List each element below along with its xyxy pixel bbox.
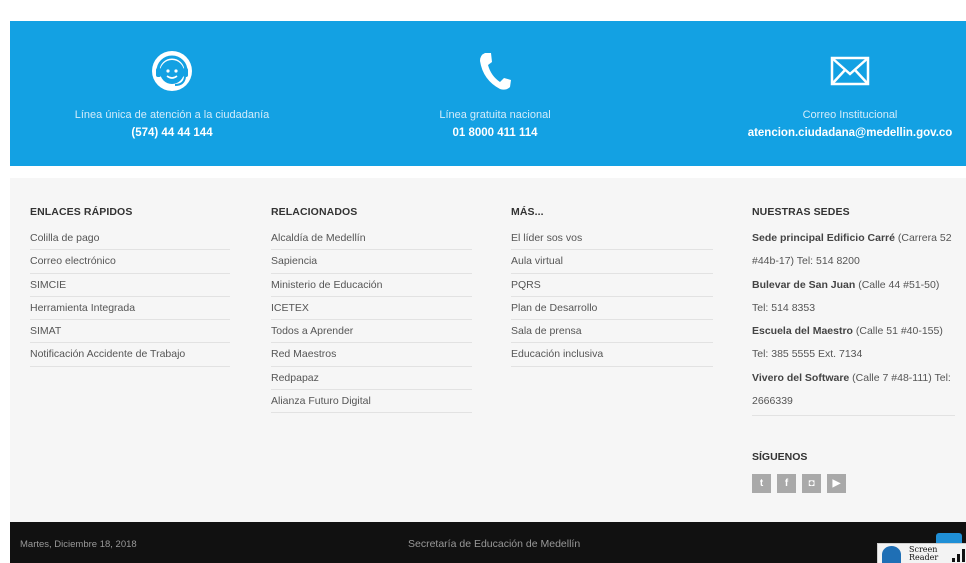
column-title: MÁS... [511, 206, 544, 218]
column-title: ENLACES RÁPIDOS [30, 206, 133, 218]
office-entry: Sede principal Edificio Carré (Carrera 5… [752, 227, 955, 274]
office-name: Vivero del Software [752, 371, 850, 384]
contact-label: Correo Institucional [802, 109, 898, 121]
footer-link[interactable]: Sala de prensa [511, 320, 713, 344]
office-name: Escuela del Maestro [752, 325, 853, 338]
office-entry: Vivero del Software (Calle 7 #48-111) Te… [752, 367, 955, 414]
contact-attention-line: Línea única de atención a la ciudadanía … [32, 21, 312, 166]
quick-links-column: ENLACES RÁPIDOS Colilla de pago Correo e… [30, 206, 230, 367]
office-entry: Escuela del Maestro (Calle 51 #40-155) T… [752, 320, 955, 367]
contact-label: Línea única de atención a la ciudadanía [74, 109, 270, 121]
follow-title: SÍGUENOS [752, 451, 808, 463]
site-owner: Secretaría de Educación de Medellín [408, 538, 581, 550]
screen-reader-button[interactable]: Screen Reader [877, 543, 966, 563]
footer-link[interactable]: Ministerio de Educación [271, 274, 472, 297]
related-column: RELACIONADOS Alcaldía de Medellín Sapien… [271, 206, 472, 414]
footer-link[interactable]: ICETEX [271, 297, 472, 321]
footer-link[interactable]: SIMAT [30, 320, 230, 344]
footer-link[interactable]: Notificación Accidente de Trabajo [30, 343, 230, 367]
footer-link[interactable]: Aula virtual [511, 250, 713, 274]
column-title: RELACIONADOS [271, 206, 358, 218]
facebook-icon[interactable]: f [777, 474, 796, 493]
volume-bars-icon [952, 549, 965, 562]
more-column: MÁS... El líder sos vos Aula virtual PQR… [511, 206, 713, 367]
footer-link[interactable]: PQRS [511, 274, 713, 297]
screen-reader-line2: Reader [909, 553, 939, 562]
phone-icon [480, 53, 511, 90]
footer-link[interactable]: Redpapaz [271, 367, 472, 391]
contact-phone[interactable]: 01 8000 411 114 [355, 127, 635, 139]
contact-phone[interactable]: (574) 44 44 144 [32, 127, 312, 139]
instagram-icon[interactable]: ◘ [802, 474, 821, 493]
footer-link[interactable]: Colilla de pago [30, 227, 230, 251]
contact-label: Línea gratuita nacional [439, 109, 551, 121]
youtube-icon[interactable]: ▶ [827, 474, 846, 493]
footer-link[interactable]: Educación inclusiva [511, 343, 713, 367]
twitter-icon[interactable]: t [752, 474, 771, 493]
footer-link[interactable]: El líder sos vos [511, 227, 713, 251]
contact-band: Línea única de atención a la ciudadanía … [10, 21, 966, 166]
footer-link[interactable]: Alcaldía de Medellín [271, 227, 472, 251]
office-name: Sede principal Edificio Carré [752, 232, 895, 244]
footer-link[interactable]: SIMCIE [30, 274, 230, 297]
office-name: Bulevar de San Juan [752, 278, 856, 291]
office-entry: Bulevar de San Juan (Calle 44 #51-50) Te… [752, 274, 955, 321]
headset-icon [152, 51, 192, 91]
current-date: Martes, Diciembre 18, 2018 [20, 539, 137, 550]
follow-us: SÍGUENOS t f ◘ ▶ [752, 451, 846, 493]
bottom-bar: Martes, Diciembre 18, 2018 Secretaría de… [10, 522, 966, 563]
footer-link[interactable]: Alianza Futuro Digital [271, 390, 472, 414]
column-title: NUESTRAS SEDES [752, 206, 850, 218]
social-links: t f ◘ ▶ [752, 474, 846, 493]
envelope-icon [830, 56, 870, 86]
contact-institutional-email: Correo Institucional atencion.ciudadana@… [710, 21, 966, 166]
footer-link[interactable]: Todos a Aprender [271, 320, 472, 344]
footer-link[interactable]: Correo electrónico [30, 250, 230, 274]
offices-column: NUESTRAS SEDES Sede principal Edificio C… [752, 206, 955, 417]
page: Línea única de atención a la ciudadanía … [0, 0, 966, 563]
footer-link[interactable]: Plan de Desarrollo [511, 297, 713, 321]
screen-reader-label: Screen Reader [909, 546, 938, 562]
contact-email[interactable]: atencion.ciudadana@medellin.gov.co [710, 127, 966, 139]
offices-list: Sede principal Edificio Carré (Carrera 5… [752, 227, 955, 417]
footer-link[interactable]: Sapiencia [271, 250, 472, 274]
footer-link[interactable]: Red Maestros [271, 343, 472, 367]
footer: ENLACES RÁPIDOS Colilla de pago Correo e… [10, 178, 966, 522]
footer-link[interactable]: Herramienta Integrada [30, 297, 230, 321]
accessibility-icon [882, 546, 901, 563]
contact-national-line: Línea gratuita nacional 01 8000 411 114 [355, 21, 635, 166]
